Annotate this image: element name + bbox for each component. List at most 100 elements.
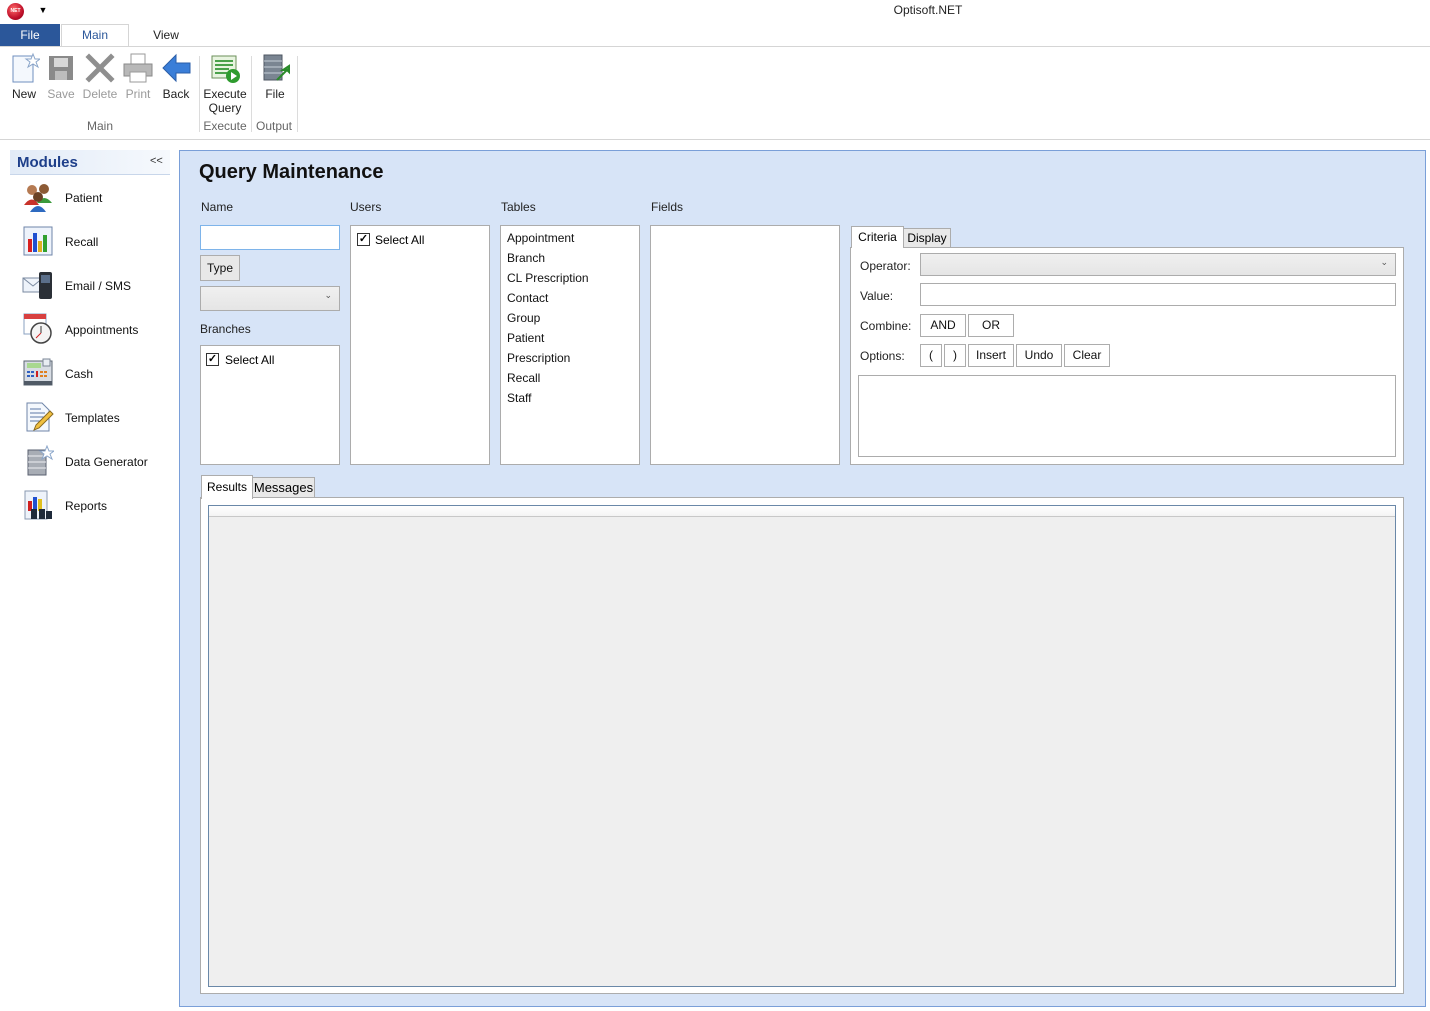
close-paren-button[interactable]: ) bbox=[944, 344, 966, 367]
clear-button[interactable]: Clear bbox=[1064, 344, 1110, 367]
tables-list-item[interactable]: Patient bbox=[507, 331, 544, 345]
sidebar-item-reports[interactable]: Reports bbox=[22, 489, 172, 525]
tab-criteria[interactable]: Criteria bbox=[851, 226, 904, 248]
collapse-sidebar-button[interactable]: << bbox=[150, 155, 163, 167]
name-label: Name bbox=[201, 200, 234, 214]
sidebar-item-cash[interactable]: Cash bbox=[22, 357, 172, 393]
tables-list[interactable]: Appointment Branch CL Prescription Conta… bbox=[500, 225, 640, 465]
branches-select-all-checkbox[interactable]: ✓ bbox=[206, 353, 219, 366]
tab-display[interactable]: Display bbox=[903, 228, 951, 248]
ribbon-group-output-label: Output bbox=[255, 119, 293, 133]
modules-title: Modules bbox=[17, 154, 78, 171]
back-button[interactable]: Back bbox=[159, 52, 193, 101]
undo-button[interactable]: Undo bbox=[1016, 344, 1062, 367]
value-input[interactable] bbox=[920, 283, 1396, 306]
type-dropdown[interactable]: ⌄ bbox=[200, 286, 340, 311]
tables-list-item[interactable]: CL Prescription bbox=[507, 271, 589, 285]
tables-list-item[interactable]: Branch bbox=[507, 251, 545, 265]
users-label: Users bbox=[350, 200, 382, 214]
sidebar-item-label: Templates bbox=[65, 411, 120, 425]
new-document-icon bbox=[8, 52, 42, 84]
tables-list-item[interactable]: Prescription bbox=[507, 351, 570, 365]
insert-button[interactable]: Insert bbox=[968, 344, 1014, 367]
sidebar-item-data-generator[interactable]: Data Generator bbox=[22, 444, 172, 481]
recall-chart-icon bbox=[22, 225, 54, 257]
open-paren-button[interactable]: ( bbox=[920, 344, 942, 367]
ribbon-group-separator bbox=[297, 56, 298, 132]
file-output-button[interactable]: File bbox=[258, 52, 292, 101]
tables-label: Tables bbox=[501, 200, 536, 214]
execute-query-icon bbox=[209, 52, 241, 84]
users-list[interactable]: ✓ Select All bbox=[350, 225, 490, 465]
ribbon-group-separator bbox=[199, 56, 200, 132]
sidebar-item-label: Recall bbox=[65, 235, 99, 249]
type-button[interactable]: Type bbox=[200, 255, 240, 281]
sidebar-item-label: Email / SMS bbox=[65, 279, 132, 293]
ribbon-group-separator bbox=[251, 56, 252, 132]
new-button-label: New bbox=[11, 87, 36, 101]
tab-messages[interactable]: Messages bbox=[252, 477, 315, 498]
sidebar-item-label: Patient bbox=[65, 191, 103, 205]
sidebar-item-patient[interactable]: Patient bbox=[22, 181, 172, 217]
sidebar-item-email-sms[interactable]: Email / SMS bbox=[22, 269, 172, 305]
sidebar-item-recall[interactable]: Recall bbox=[22, 225, 172, 261]
and-button[interactable]: AND bbox=[920, 314, 966, 337]
new-button[interactable]: New bbox=[6, 52, 42, 101]
ribbon-bottom-border bbox=[0, 139, 1430, 140]
criteria-expression-textarea[interactable] bbox=[858, 375, 1396, 457]
page-title: Query Maintenance bbox=[199, 161, 384, 183]
users-select-all-label: Select All bbox=[375, 233, 425, 247]
sidebar-item-templates[interactable]: Templates bbox=[22, 401, 172, 437]
tables-list-item[interactable]: Staff bbox=[507, 391, 531, 405]
sidebar-item-label: Cash bbox=[65, 367, 94, 381]
tables-list-item[interactable]: Recall bbox=[507, 371, 540, 385]
sidebar-item-label: Appointments bbox=[65, 323, 139, 337]
tab-results[interactable]: Results bbox=[201, 475, 253, 499]
appointments-icon bbox=[22, 313, 54, 345]
or-button[interactable]: OR bbox=[968, 314, 1014, 337]
operator-label: Operator: bbox=[860, 259, 911, 273]
execute-query-label-line2: Query bbox=[208, 101, 242, 115]
execute-query-label-line1: Execute bbox=[203, 87, 247, 101]
results-grid[interactable] bbox=[208, 505, 1396, 987]
templates-icon bbox=[22, 401, 54, 433]
value-label: Value: bbox=[860, 289, 894, 303]
save-button-label: Save bbox=[47, 87, 75, 101]
window-title: Optisoft.NET bbox=[893, 3, 963, 17]
tables-list-item[interactable]: Group bbox=[507, 311, 540, 325]
patient-icon bbox=[22, 181, 54, 213]
branches-label: Branches bbox=[200, 322, 251, 336]
operator-dropdown[interactable]: ⌄ bbox=[920, 253, 1396, 276]
ribbon-tab-view[interactable]: View bbox=[140, 24, 192, 46]
delete-button-label: Delete bbox=[82, 87, 118, 101]
cash-register-icon bbox=[22, 357, 54, 389]
print-button[interactable]: Print bbox=[121, 52, 155, 101]
sidebar-item-label: Reports bbox=[65, 499, 108, 513]
fields-label: Fields bbox=[651, 200, 684, 214]
users-select-all-checkbox[interactable]: ✓ bbox=[357, 233, 370, 246]
combine-label: Combine: bbox=[860, 319, 912, 333]
save-button[interactable]: Save bbox=[45, 52, 77, 101]
data-generator-icon bbox=[22, 444, 56, 477]
tables-list-item[interactable]: Contact bbox=[507, 291, 548, 305]
branches-select-all-label: Select All bbox=[225, 353, 275, 367]
reports-icon bbox=[22, 489, 54, 521]
branches-list[interactable]: ✓ Select All bbox=[200, 345, 340, 465]
sidebar-item-label: Data Generator bbox=[65, 455, 148, 469]
delete-icon bbox=[84, 52, 116, 84]
ribbon-tab-file[interactable]: File bbox=[0, 24, 60, 46]
ribbon-divider bbox=[0, 46, 1430, 47]
execute-query-button[interactable]: Execute Query bbox=[202, 52, 248, 115]
fields-list[interactable] bbox=[650, 225, 840, 465]
chevron-down-icon: ⌄ bbox=[1380, 257, 1388, 267]
delete-button[interactable]: Delete bbox=[80, 52, 120, 101]
name-input[interactable] bbox=[200, 225, 340, 250]
sidebar-item-appointments[interactable]: Appointments bbox=[22, 313, 172, 349]
ribbon-tab-main[interactable]: Main bbox=[61, 24, 129, 47]
back-arrow-icon bbox=[160, 52, 192, 84]
file-output-icon bbox=[259, 52, 291, 84]
tables-list-item[interactable]: Appointment bbox=[507, 231, 574, 245]
ribbon-group-main-label: Main bbox=[86, 119, 113, 133]
back-button-label: Back bbox=[162, 87, 190, 101]
chevron-down-icon: ⌄ bbox=[324, 290, 332, 300]
